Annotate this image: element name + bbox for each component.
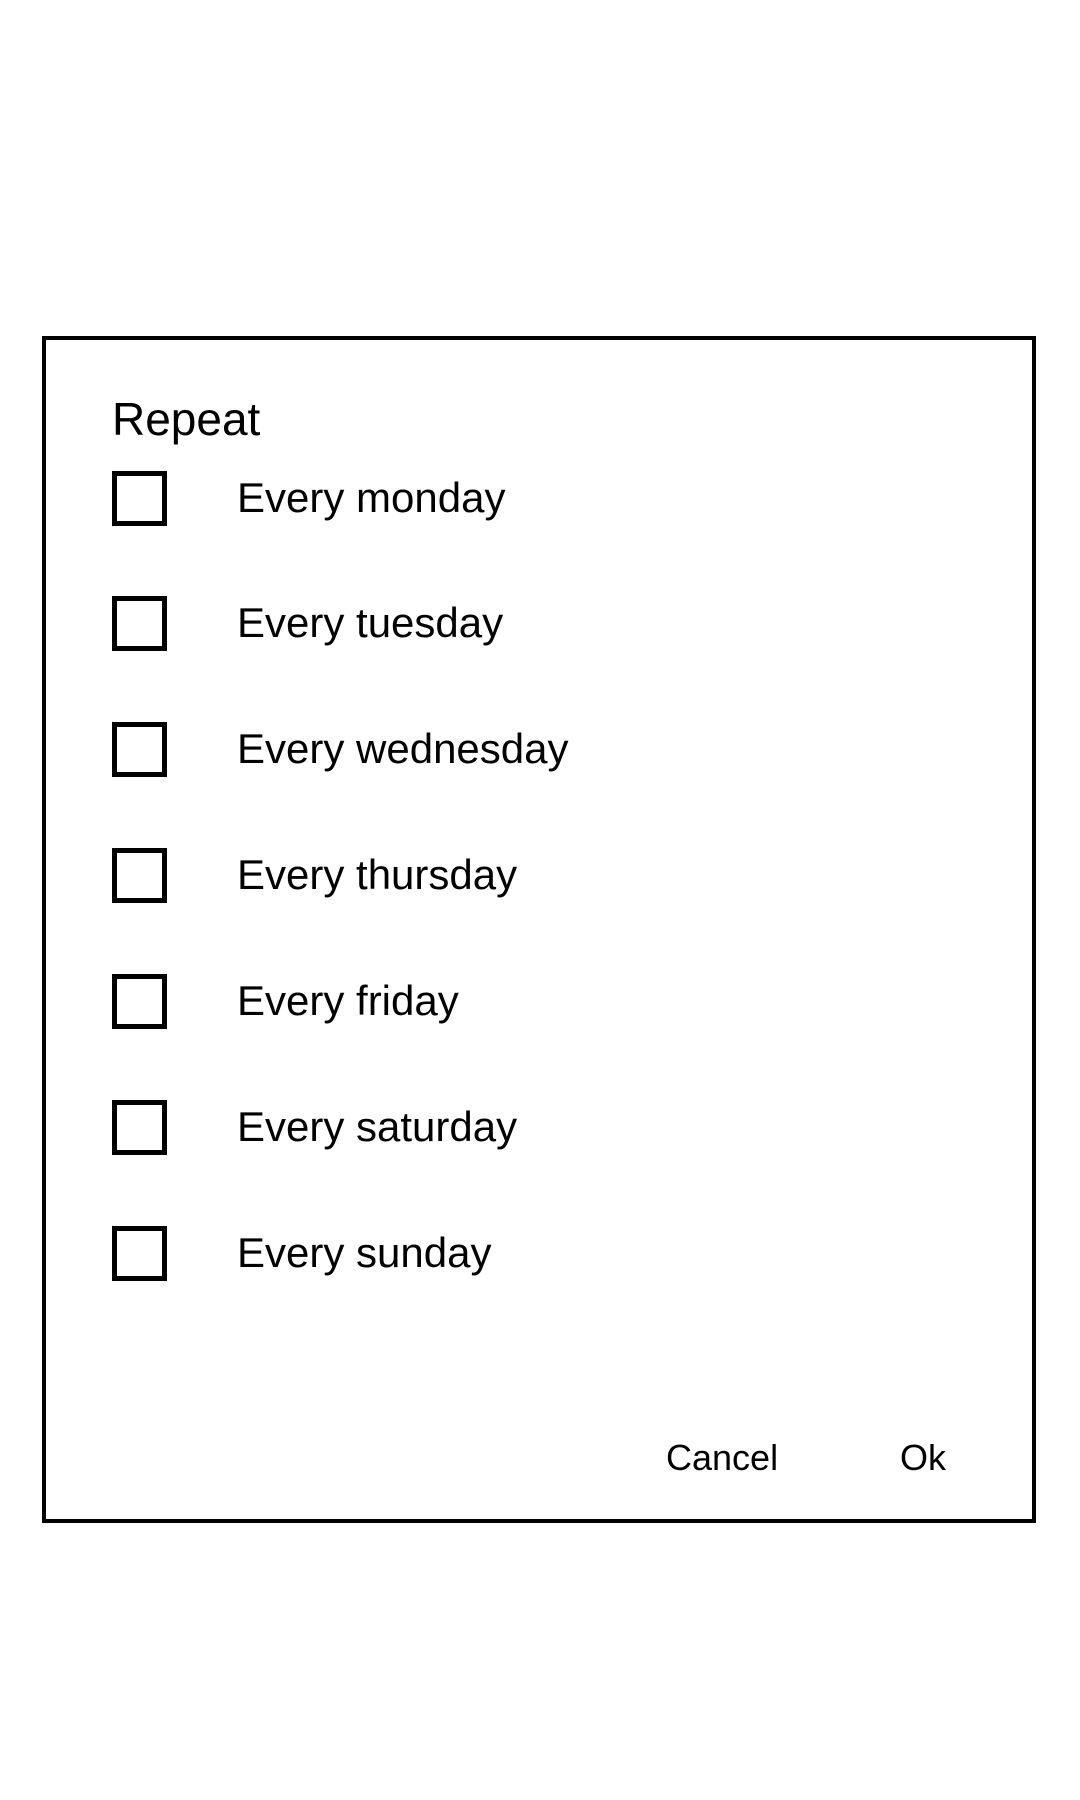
saturday-checkbox[interactable] xyxy=(112,1099,167,1155)
option-saturday[interactable]: Every saturday xyxy=(112,1097,517,1157)
dialog-title: Repeat xyxy=(112,393,261,445)
option-tuesday[interactable]: Every tuesday xyxy=(112,593,503,653)
tuesday-checkbox[interactable] xyxy=(112,595,167,651)
monday-checkbox[interactable] xyxy=(112,470,167,526)
option-label: Every sunday xyxy=(237,1229,492,1276)
repeat-dialog: Repeat Every monday Every tuesday Every … xyxy=(42,336,1036,1523)
option-label: Every friday xyxy=(237,977,459,1024)
cancel-button[interactable]: Cancel xyxy=(666,1428,778,1488)
option-thursday[interactable]: Every thursday xyxy=(112,845,517,905)
wednesday-checkbox[interactable] xyxy=(112,721,167,777)
ok-button[interactable]: Ok xyxy=(900,1428,946,1488)
option-monday[interactable]: Every monday xyxy=(112,468,505,528)
option-sunday[interactable]: Every sunday xyxy=(112,1223,491,1283)
option-label: Every saturday xyxy=(237,1103,518,1150)
option-label: Every monday xyxy=(237,474,506,521)
sunday-checkbox[interactable] xyxy=(112,1225,167,1281)
dialog-actions: Cancel Ok xyxy=(46,1428,1032,1488)
option-friday[interactable]: Every friday xyxy=(112,971,459,1031)
option-label: Every wednesday xyxy=(237,725,569,772)
thursday-checkbox[interactable] xyxy=(112,847,167,903)
friday-checkbox[interactable] xyxy=(112,973,167,1029)
option-label: Every tuesday xyxy=(237,599,504,646)
option-wednesday[interactable]: Every wednesday xyxy=(112,719,569,779)
option-label: Every thursday xyxy=(237,851,518,898)
